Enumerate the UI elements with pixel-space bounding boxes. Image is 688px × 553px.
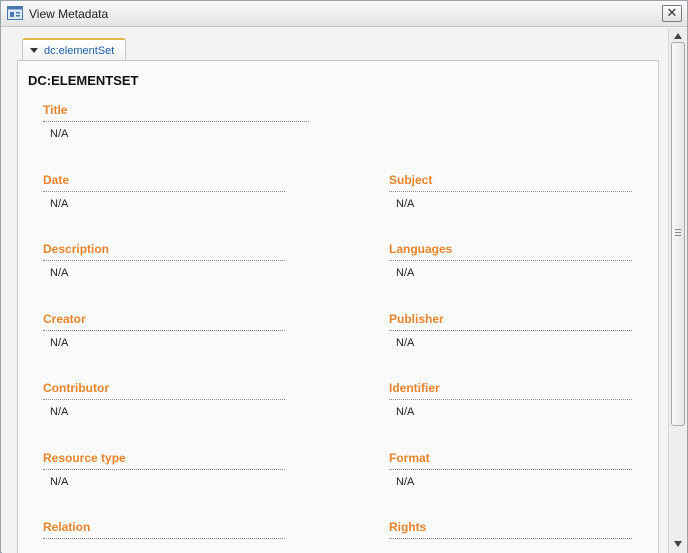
- metadata-panel: DC:ELEMENTSET Title N/A Date N/A Subject…: [17, 60, 659, 553]
- field-title-label: Title: [43, 103, 309, 122]
- field-relation: Relation: [43, 520, 285, 545]
- field-resource-type-label: Resource type: [43, 451, 285, 470]
- field-languages-value: N/A: [396, 267, 415, 279]
- field-relation-value: [43, 539, 285, 545]
- metadata-window: View Metadata ✕ dc:elementSet DC:ELEMENT…: [0, 0, 688, 553]
- field-creator-label: Creator: [43, 312, 285, 331]
- field-contributor: Contributor N/A: [43, 381, 285, 418]
- triangle-down-icon[interactable]: [30, 48, 38, 54]
- field-contributor-label: Contributor: [43, 381, 285, 400]
- field-title-value: N/A: [50, 128, 69, 140]
- field-identifier-value: N/A: [396, 406, 415, 418]
- field-creator-value: N/A: [50, 337, 69, 349]
- scroll-up-arrow-icon[interactable]: [673, 32, 683, 40]
- close-button[interactable]: ✕: [662, 5, 682, 22]
- window-icon: [7, 6, 23, 20]
- vertical-scrollbar[interactable]: [668, 28, 687, 553]
- field-format-value: N/A: [396, 476, 415, 488]
- field-publisher-value: N/A: [396, 337, 415, 349]
- scroll-grip-icon: [675, 229, 681, 236]
- tab-dc-elementset[interactable]: dc:elementSet: [22, 38, 126, 62]
- window-title: View Metadata: [29, 7, 109, 21]
- field-subject: Subject N/A: [389, 173, 632, 210]
- field-relation-label: Relation: [43, 520, 285, 539]
- field-rights-value: [389, 539, 632, 545]
- field-description-label: Description: [43, 242, 285, 261]
- field-identifier: Identifier N/A: [389, 381, 632, 418]
- field-subject-value: N/A: [396, 198, 415, 210]
- field-title: Title N/A: [43, 103, 309, 140]
- field-languages: Languages N/A: [389, 242, 632, 279]
- scroll-down-arrow-icon[interactable]: [673, 540, 683, 548]
- field-identifier-label: Identifier: [389, 381, 632, 400]
- field-date-label: Date: [43, 173, 285, 192]
- title-bar[interactable]: View Metadata ✕: [1, 1, 687, 27]
- field-date: Date N/A: [43, 173, 285, 210]
- field-subject-label: Subject: [389, 173, 632, 192]
- field-format-label: Format: [389, 451, 632, 470]
- field-creator: Creator N/A: [43, 312, 285, 349]
- field-rights: Rights: [389, 520, 632, 545]
- field-publisher-label: Publisher: [389, 312, 632, 331]
- field-contributor-value: N/A: [50, 406, 69, 418]
- field-resource-type-value: N/A: [50, 476, 69, 488]
- field-description-value: N/A: [50, 267, 69, 279]
- scrollbar-thumb[interactable]: [671, 42, 685, 426]
- content-area: dc:elementSet DC:ELEMENTSET Title N/A Da…: [2, 28, 668, 553]
- field-format: Format N/A: [389, 451, 632, 488]
- field-date-value: N/A: [50, 198, 69, 210]
- field-description: Description N/A: [43, 242, 285, 279]
- close-icon: ✕: [666, 5, 678, 20]
- field-resource-type: Resource type N/A: [43, 451, 285, 488]
- field-rights-label: Rights: [389, 520, 632, 539]
- tab-label: dc:elementSet: [44, 45, 115, 57]
- field-languages-label: Languages: [389, 242, 632, 261]
- field-publisher: Publisher N/A: [389, 312, 632, 349]
- section-heading: DC:ELEMENTSET: [28, 73, 139, 88]
